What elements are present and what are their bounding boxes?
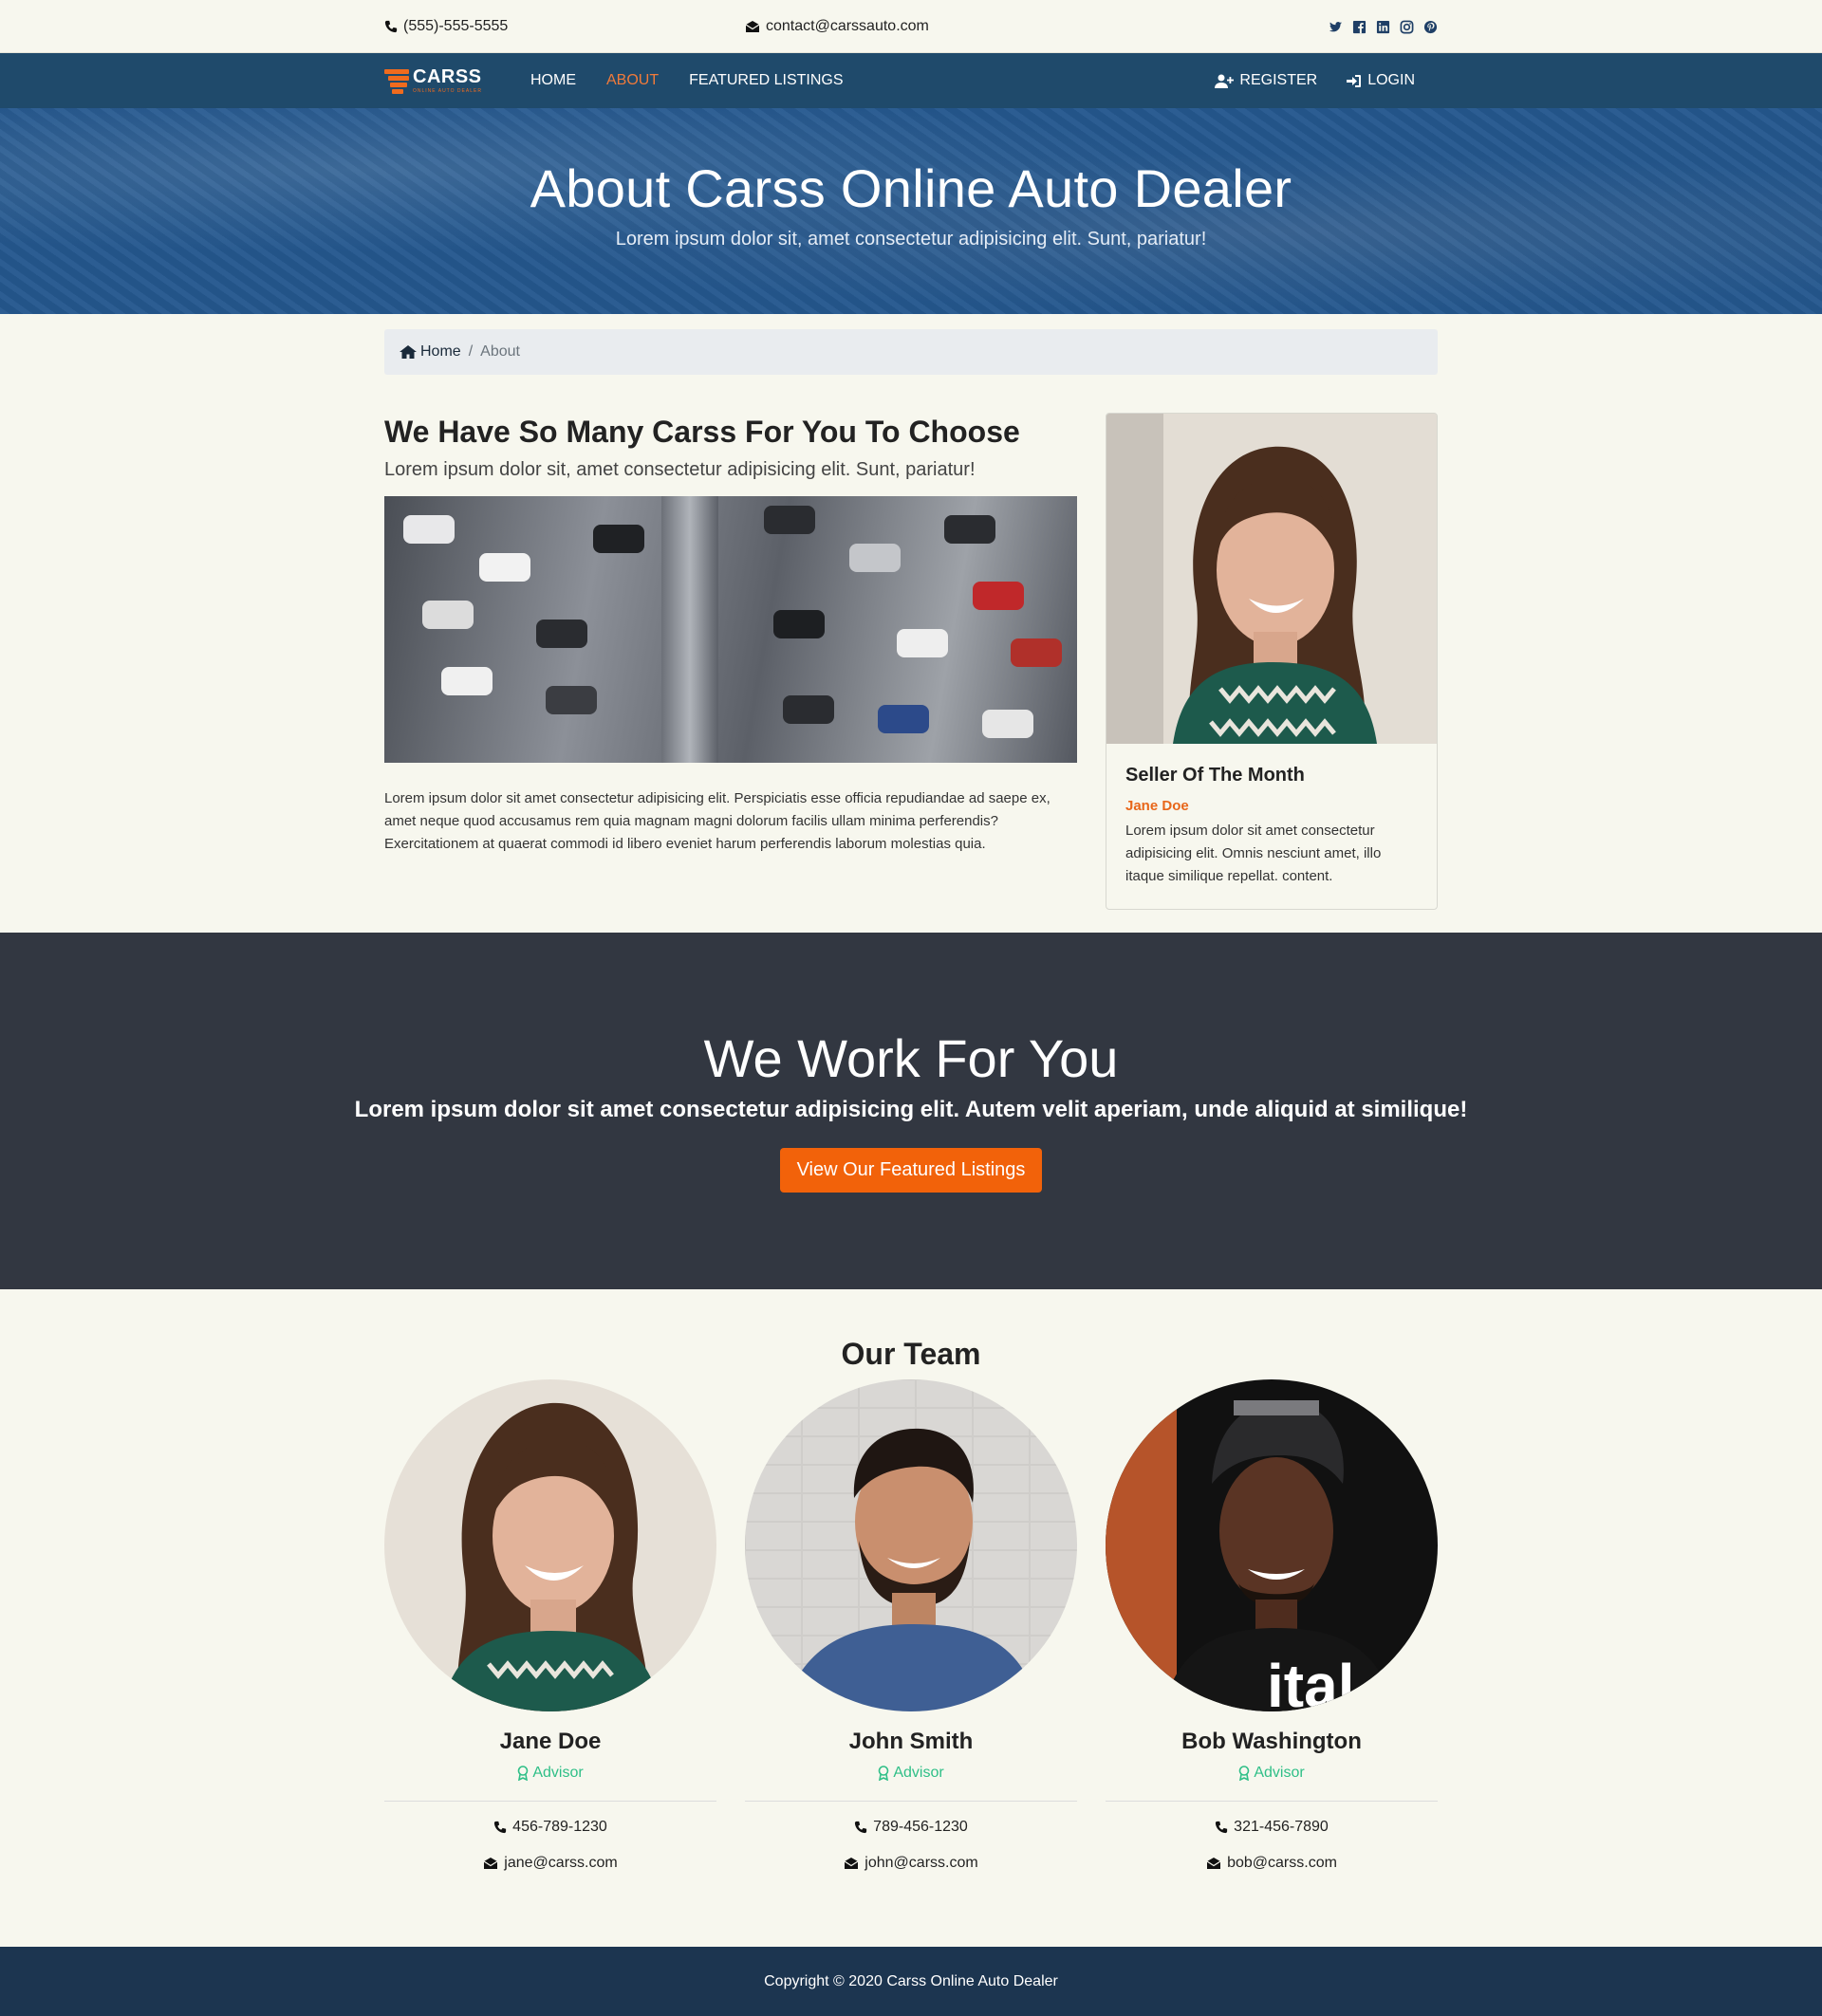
topbar-phone-text: (555)-555-5555 bbox=[403, 18, 509, 34]
login-label: LOGIN bbox=[1367, 72, 1415, 88]
team-member-card: ital Bob Washington Advisor 321-456-7890… bbox=[1106, 1379, 1438, 1872]
seller-name: Jane Doe bbox=[1125, 798, 1189, 814]
hero-title: About Carss Online Auto Dealer bbox=[530, 158, 1292, 218]
view-featured-listings-button[interactable]: View Our Featured Listings bbox=[779, 1148, 1043, 1193]
breadcrumb-current: About bbox=[480, 343, 520, 360]
member-phone-text: 789-456-1230 bbox=[873, 1819, 968, 1835]
brand-tagline: ONLINE AUTO DEALER bbox=[413, 88, 482, 94]
member-role: Advisor bbox=[1106, 1765, 1438, 1782]
member-email-text: jane@carss.com bbox=[504, 1855, 618, 1871]
member-role: Advisor bbox=[384, 1765, 716, 1782]
envelope-open-icon bbox=[1206, 1857, 1221, 1870]
seller-description: Lorem ipsum dolor sit amet consectetur a… bbox=[1125, 823, 1382, 884]
cta-subtitle: Lorem ipsum dolor sit amet consectetur a… bbox=[354, 1097, 1468, 1122]
team-heading: Our Team bbox=[841, 1337, 981, 1371]
topbar-email: contact@carssauto.com bbox=[745, 18, 1329, 35]
social-links bbox=[1329, 20, 1438, 34]
divider bbox=[384, 1801, 716, 1802]
top-contact-bar: (555)-555-5555 contact@carssauto.com bbox=[0, 0, 1822, 53]
topbar-email-text: contact@carssauto.com bbox=[766, 18, 929, 34]
avatar: ital bbox=[1106, 1379, 1438, 1711]
cta-title: We Work For You bbox=[703, 1028, 1119, 1088]
nav-featured-listings[interactable]: FEATURED LISTINGS bbox=[689, 72, 843, 89]
nav-about[interactable]: ABOUT bbox=[606, 72, 659, 89]
register-link[interactable]: REGISTER bbox=[1215, 72, 1317, 89]
about-body: Lorem ipsum dolor sit amet consectetur a… bbox=[384, 790, 1050, 852]
member-email: john@carss.com bbox=[745, 1855, 1077, 1872]
brand-name: CARSS bbox=[413, 66, 482, 87]
team-section: Our Team Jane Doe Advisor 456-789-1230 j… bbox=[0, 1289, 1822, 1872]
linkedin-icon[interactable] bbox=[1376, 20, 1390, 34]
member-name: John Smith bbox=[848, 1729, 974, 1754]
phone-icon bbox=[384, 20, 398, 33]
topbar-phone: (555)-555-5555 bbox=[384, 18, 745, 35]
member-phone: 789-456-1230 bbox=[745, 1819, 1077, 1836]
instagram-icon[interactable] bbox=[1400, 20, 1414, 34]
divider bbox=[745, 1801, 1077, 1802]
facebook-icon[interactable] bbox=[1352, 20, 1366, 34]
member-name: Jane Doe bbox=[499, 1729, 602, 1754]
member-name: Bob Washington bbox=[1181, 1729, 1362, 1754]
home-icon bbox=[400, 345, 417, 359]
hero-subtitle: Lorem ipsum dolor sit, amet consectetur … bbox=[615, 229, 1207, 250]
award-icon bbox=[878, 1766, 889, 1781]
member-role-label: Advisor bbox=[1254, 1765, 1305, 1781]
sign-in-icon bbox=[1346, 74, 1362, 88]
envelope-open-icon bbox=[844, 1857, 859, 1870]
avatar bbox=[384, 1379, 716, 1711]
svg-text:ital: ital bbox=[1267, 1652, 1354, 1711]
phone-icon bbox=[493, 1821, 507, 1834]
member-phone: 321-456-7890 bbox=[1106, 1819, 1438, 1836]
team-member-card: John Smith Advisor 789-456-1230 john@car… bbox=[745, 1379, 1077, 1872]
team-member-card: Jane Doe Advisor 456-789-1230 jane@carss… bbox=[384, 1379, 716, 1872]
about-lead: Lorem ipsum dolor sit, amet consectetur … bbox=[384, 459, 976, 480]
about-section: We Have So Many Carss For You To Choose … bbox=[384, 413, 1438, 910]
member-phone-text: 321-456-7890 bbox=[1234, 1819, 1329, 1835]
member-role-label: Advisor bbox=[893, 1765, 944, 1781]
award-icon bbox=[517, 1766, 529, 1781]
footer: Copyright © 2020 Carss Online Auto Deale… bbox=[0, 1947, 1822, 2016]
logo-stripes-icon bbox=[384, 66, 409, 95]
member-role: Advisor bbox=[745, 1765, 1077, 1782]
main-navbar: CARSS ONLINE AUTO DEALER HOME ABOUT FEAT… bbox=[0, 53, 1822, 108]
phone-icon bbox=[1215, 1821, 1228, 1834]
seller-photo bbox=[1106, 414, 1437, 744]
nav-links: HOME ABOUT FEATURED LISTINGS bbox=[530, 72, 844, 89]
member-phone: 456-789-1230 bbox=[384, 1819, 716, 1836]
member-email-text: john@carss.com bbox=[865, 1855, 978, 1871]
nav-auth-links: REGISTER LOGIN bbox=[1215, 72, 1438, 89]
twitter-icon[interactable] bbox=[1329, 20, 1343, 34]
hero-banner: About Carss Online Auto Dealer Lorem ips… bbox=[0, 108, 1822, 314]
parking-garage-image bbox=[384, 496, 1077, 763]
phone-icon bbox=[854, 1821, 867, 1834]
breadcrumb-home-label: Home bbox=[420, 343, 461, 360]
envelope-open-icon bbox=[745, 20, 760, 33]
divider bbox=[1106, 1801, 1438, 1802]
seller-of-month-card: Seller Of The Month Jane Doe Lorem ipsum… bbox=[1106, 413, 1438, 910]
avatar bbox=[745, 1379, 1077, 1711]
about-heading: We Have So Many Carss For You To Choose bbox=[384, 415, 1020, 449]
member-role-label: Advisor bbox=[532, 1765, 584, 1781]
copyright-text: Copyright © 2020 Carss Online Auto Deale… bbox=[764, 1972, 1058, 1989]
envelope-open-icon bbox=[483, 1857, 498, 1870]
member-email: bob@carss.com bbox=[1106, 1855, 1438, 1872]
pinterest-icon[interactable] bbox=[1423, 20, 1438, 34]
work-for-you-section: We Work For You Lorem ipsum dolor sit am… bbox=[0, 933, 1822, 1289]
login-link[interactable]: LOGIN bbox=[1346, 72, 1415, 89]
user-plus-icon bbox=[1215, 74, 1235, 88]
breadcrumb: Home / About bbox=[384, 329, 1438, 375]
member-phone-text: 456-789-1230 bbox=[512, 1819, 607, 1835]
seller-card-title: Seller Of The Month bbox=[1125, 765, 1305, 786]
brand-logo[interactable]: CARSS ONLINE AUTO DEALER bbox=[384, 66, 530, 95]
register-label: REGISTER bbox=[1239, 72, 1318, 88]
award-icon bbox=[1238, 1766, 1250, 1781]
member-email: jane@carss.com bbox=[384, 1855, 716, 1872]
member-email-text: bob@carss.com bbox=[1227, 1855, 1337, 1871]
breadcrumb-separator: / bbox=[468, 343, 474, 360]
breadcrumb-home[interactable]: Home bbox=[400, 343, 461, 361]
nav-home[interactable]: HOME bbox=[530, 72, 576, 89]
